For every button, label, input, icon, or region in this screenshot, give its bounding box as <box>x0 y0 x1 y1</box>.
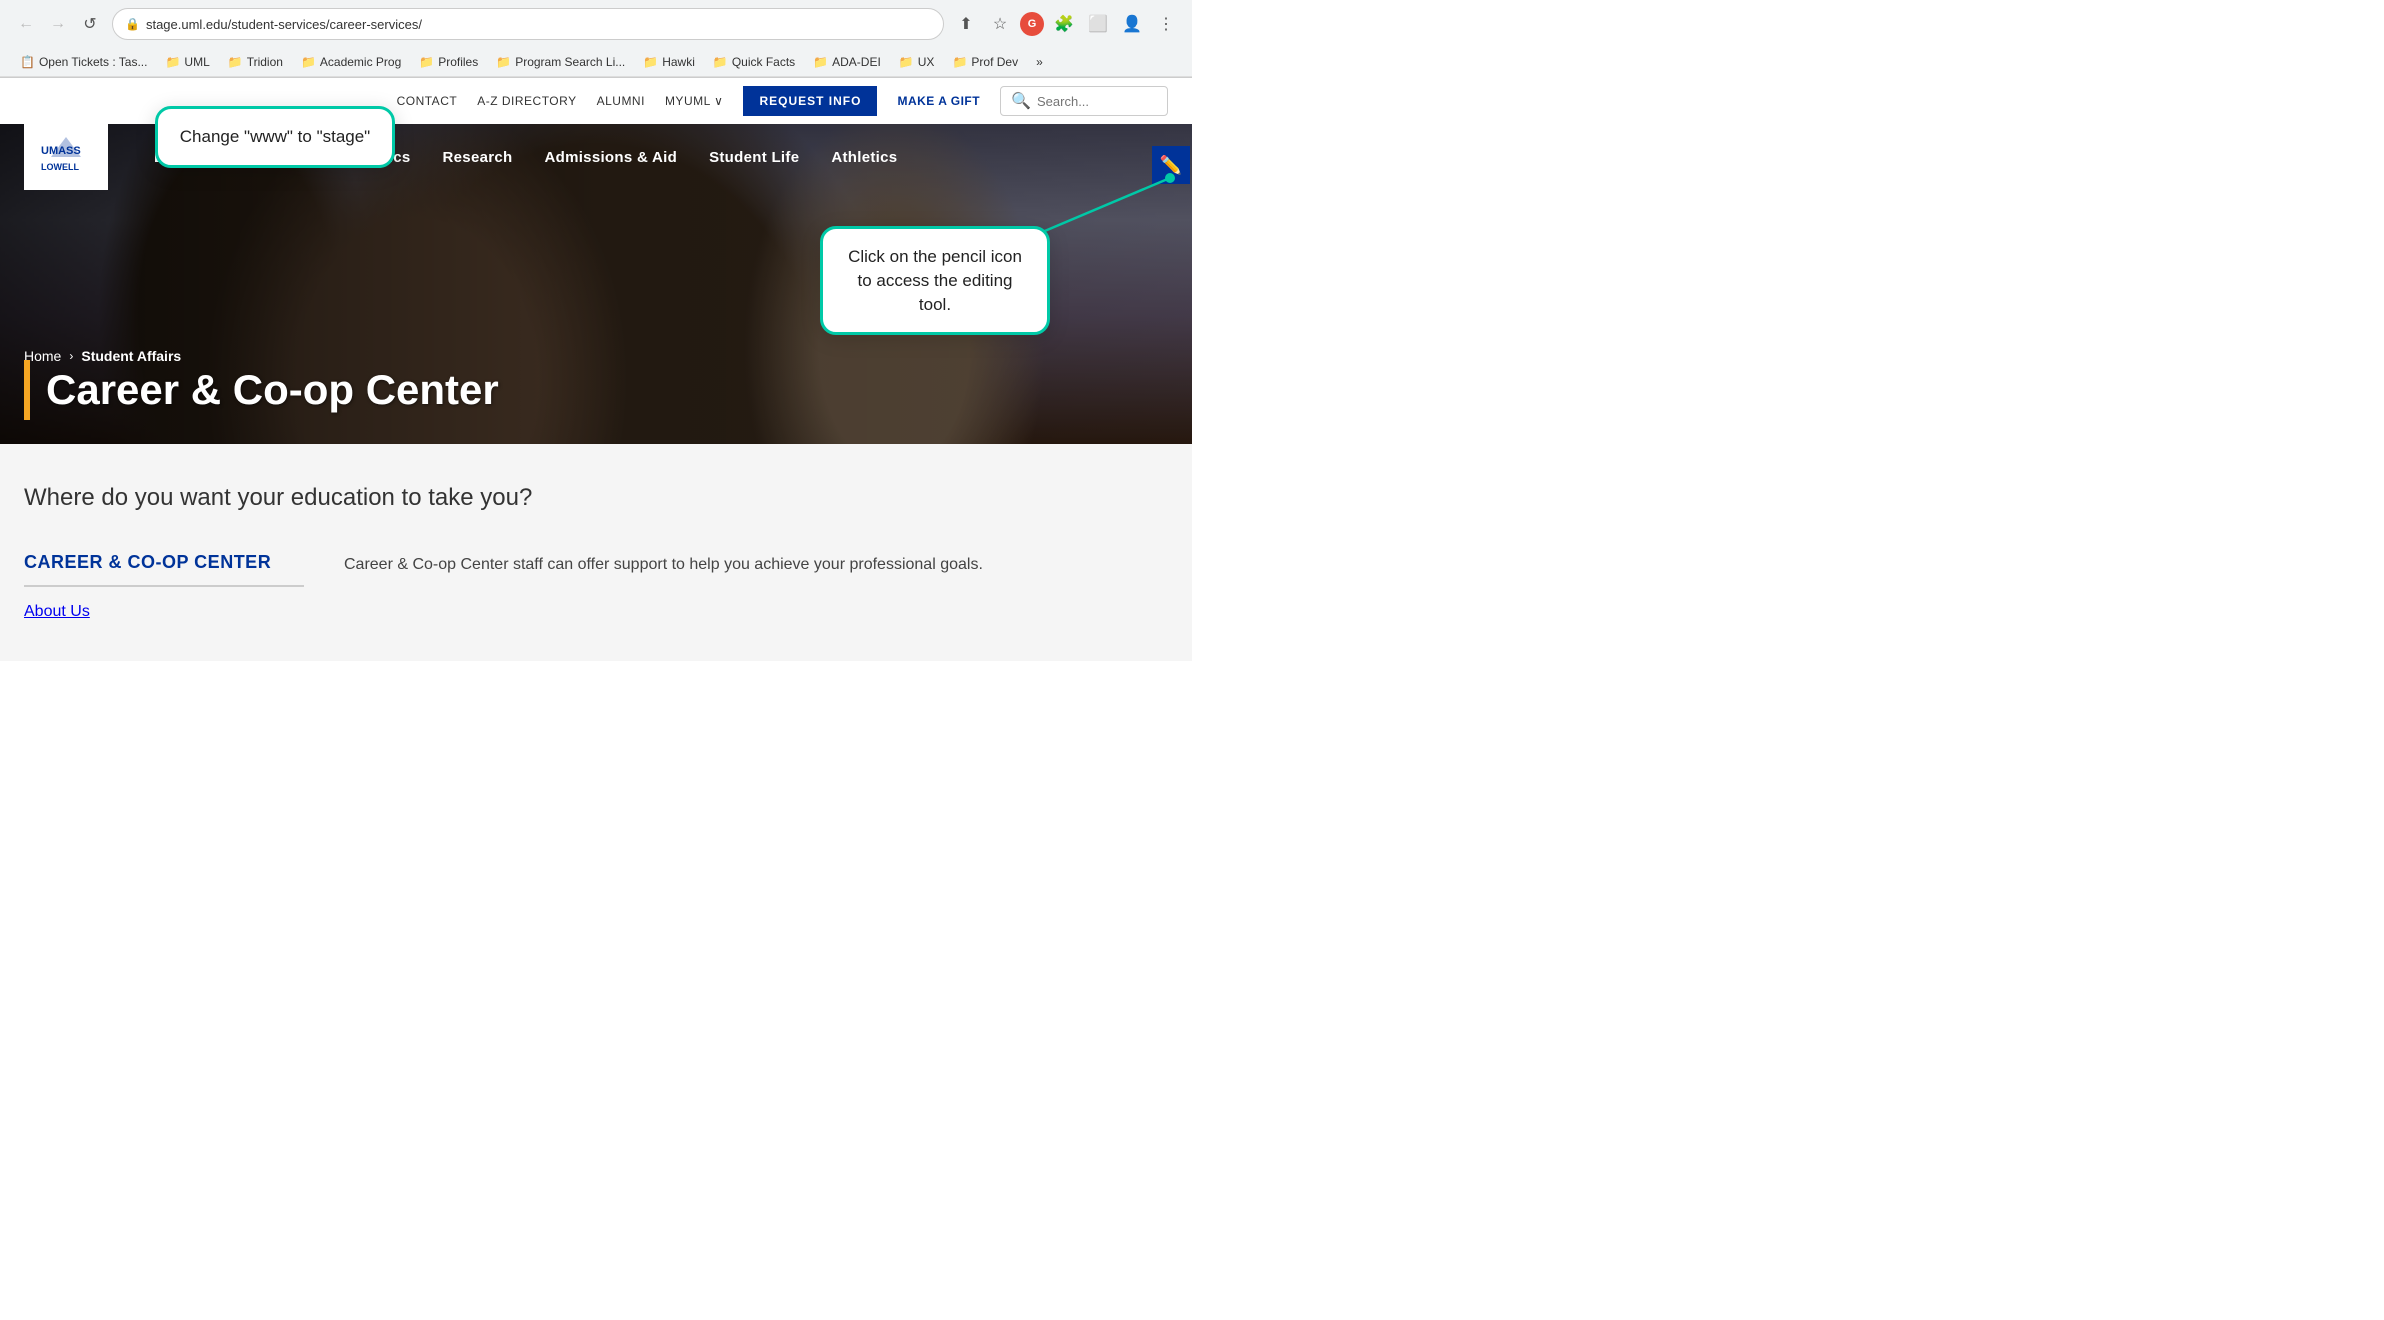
website: CONTACT A-Z DIRECTORY ALUMNI MYUML ∨ REQ… <box>0 78 1192 661</box>
search-box[interactable]: 🔍 <box>1000 86 1168 116</box>
description-text: Career & Co-op Center staff can offer su… <box>344 552 1168 578</box>
url-input[interactable] <box>146 17 931 32</box>
pencil-edit-button[interactable]: ✏️ <box>1152 146 1190 184</box>
nav-admissions[interactable]: Admissions & Aid <box>528 129 693 186</box>
search-icon: 🔍 <box>1011 91 1031 111</box>
bookmark-prof-dev[interactable]: 📁 Prof Dev <box>944 52 1026 72</box>
bookmark-program-search[interactable]: 📁 Program Search Li... <box>488 52 633 72</box>
browser-actions: ⬆ ☆ G 🧩 ⬜ 👤 ⋮ <box>952 10 1180 38</box>
bookmark-uml[interactable]: 📁 UML <box>157 52 217 72</box>
reload-button[interactable]: ↺ <box>76 10 104 38</box>
bookmark-more[interactable]: » <box>1028 52 1051 72</box>
bookmark-ux[interactable]: 📁 UX <box>891 52 943 72</box>
annotation-click-pencil: Click on the pencil icon to access the e… <box>820 226 1050 335</box>
contact-link[interactable]: CONTACT <box>397 94 458 108</box>
lock-icon: 🔒 <box>125 17 140 31</box>
main-content: Career & Co-op Center staff can offer su… <box>344 552 1168 621</box>
bookmark-button[interactable]: ☆ <box>986 10 1014 38</box>
az-directory-link[interactable]: A-Z DIRECTORY <box>477 94 576 108</box>
annotation-change-www-text: Change "www" to "stage" <box>180 127 370 146</box>
account-button[interactable]: 👤 <box>1118 10 1146 38</box>
myuml-link[interactable]: MYUML ∨ <box>665 94 724 108</box>
profile-icon[interactable]: G <box>1020 12 1044 36</box>
address-bar[interactable]: 🔒 <box>112 8 944 40</box>
bookmark-icon: 📁 <box>301 55 316 69</box>
sidebar-title: CAREER & CO-OP CENTER <box>24 552 304 587</box>
bookmark-label: UML <box>184 55 209 69</box>
bookmark-icon: 📁 <box>165 55 180 69</box>
university-logo: UMASS LOWELL <box>24 124 108 190</box>
nav-buttons: ← → ↺ <box>12 10 104 38</box>
bookmark-icon: 📁 <box>952 55 967 69</box>
share-button[interactable]: ⬆ <box>952 10 980 38</box>
bookmark-academic[interactable]: 📁 Academic Prog <box>293 52 409 72</box>
forward-button[interactable]: → <box>44 10 72 38</box>
svg-text:LOWELL: LOWELL <box>41 162 79 172</box>
annotation-change-www: Change "www" to "stage" <box>155 106 395 168</box>
bookmark-label: Profiles <box>438 55 478 69</box>
bookmarks-bar: 📋 Open Tickets : Tas... 📁 UML 📁 Tridion … <box>0 48 1192 77</box>
maximize-button[interactable]: ⬜ <box>1084 10 1112 38</box>
browser-toolbar: ← → ↺ 🔒 ⬆ ☆ G 🧩 ⬜ 👤 ⋮ <box>0 0 1192 48</box>
back-button[interactable]: ← <box>12 10 40 38</box>
bookmark-label: Open Tickets : Tas... <box>39 55 148 69</box>
bookmark-icon: 📁 <box>813 55 828 69</box>
search-input[interactable] <box>1037 94 1157 109</box>
bookmark-icon: 📋 <box>20 55 35 69</box>
bookmark-label: Prof Dev <box>971 55 1018 69</box>
bookmark-label: Program Search Li... <box>515 55 625 69</box>
bookmark-icon: 📁 <box>713 55 728 69</box>
extensions-button[interactable]: 🧩 <box>1050 10 1078 38</box>
bookmark-label: Quick Facts <box>732 55 795 69</box>
bookmark-hawki[interactable]: 📁 Hawki <box>635 52 703 72</box>
logo-area[interactable]: UMASS LOWELL <box>24 124 108 190</box>
bookmark-icon: 📁 <box>643 55 658 69</box>
bookmark-icon: 📁 <box>899 55 914 69</box>
sidebar: CAREER & CO-OP CENTER About Us <box>24 552 304 621</box>
bookmark-icon: 📁 <box>228 55 243 69</box>
hero-title-area: Career & Co-op Center <box>24 360 499 420</box>
bookmark-open-tickets[interactable]: 📋 Open Tickets : Tas... <box>12 52 155 72</box>
logo-icon: UMASS LOWELL <box>36 132 96 182</box>
bookmark-tridion[interactable]: 📁 Tridion <box>220 52 291 72</box>
nav-student-life[interactable]: Student Life <box>693 129 815 186</box>
bookmark-more-label: » <box>1036 55 1043 69</box>
menu-button[interactable]: ⋮ <box>1152 10 1180 38</box>
nav-research[interactable]: Research <box>427 129 529 186</box>
bookmark-label: Tridion <box>247 55 283 69</box>
request-info-button[interactable]: REQUEST INFO <box>743 86 877 116</box>
bookmark-label: Academic Prog <box>320 55 401 69</box>
bookmark-quick-facts[interactable]: 📁 Quick Facts <box>705 52 803 72</box>
alumni-link[interactable]: ALUMNI <box>597 94 645 108</box>
nav-athletics[interactable]: Athletics <box>815 129 913 186</box>
content-columns: CAREER & CO-OP CENTER About Us Career & … <box>24 552 1168 621</box>
make-gift-button[interactable]: MAKE A GIFT <box>897 94 980 108</box>
bookmark-label: Hawki <box>662 55 695 69</box>
content-area: Where do you want your education to take… <box>0 444 1192 661</box>
bookmark-icon: 📁 <box>496 55 511 69</box>
page-title: Career & Co-op Center <box>46 366 499 414</box>
accent-bar <box>24 360 30 420</box>
tagline: Where do you want your education to take… <box>24 484 1168 512</box>
bookmark-icon: 📁 <box>419 55 434 69</box>
annotation-click-pencil-text: Click on the pencil icon to access the e… <box>848 247 1022 314</box>
bookmark-profiles[interactable]: 📁 Profiles <box>411 52 486 72</box>
bookmark-label: UX <box>918 55 935 69</box>
bookmark-ada-dei[interactable]: 📁 ADA-DEI <box>805 52 889 72</box>
bookmark-label: ADA-DEI <box>832 55 881 69</box>
sidebar-about-us-link[interactable]: About Us <box>24 603 90 620</box>
